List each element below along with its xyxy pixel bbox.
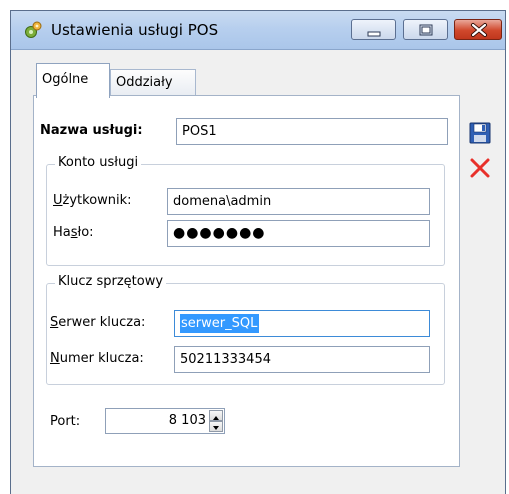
port-value: 8 103 — [168, 413, 206, 428]
maximize-button[interactable] — [403, 19, 448, 40]
account-group: Konto usługi — [46, 155, 445, 266]
key-number-label-rest: umer klucza: — [59, 351, 144, 366]
service-name-input[interactable]: POS1 — [176, 118, 448, 145]
minimize-icon — [367, 31, 381, 37]
password-label-start: Ha — [53, 225, 71, 240]
arrow-down-icon — [213, 426, 219, 430]
user-label-rest: żytkownik: — [62, 193, 132, 208]
password-input[interactable]: ●●●●●●● — [167, 220, 430, 247]
key-server-label-rest: erwer klucza: — [58, 315, 146, 330]
key-number-label-mnemonic: N — [50, 351, 60, 366]
user-label: Użytkownik: — [53, 193, 132, 208]
password-label-mnemonic: s — [70, 225, 78, 240]
tab-panel-ogolne: Nazwa usługi: POS1 Konto usługi Użytkown… — [33, 95, 460, 467]
close-icon — [471, 23, 487, 37]
minimize-button[interactable] — [351, 19, 396, 40]
port-spinner[interactable]: 8 103 — [105, 408, 225, 434]
key-number-input[interactable]: 50211333454 — [174, 346, 430, 373]
maximize-icon — [419, 24, 433, 36]
save-button[interactable] — [466, 119, 494, 147]
red-x-icon — [470, 158, 490, 178]
user-input[interactable]: domena\admin — [167, 188, 430, 215]
service-name-label: Nazwa usługi: — [40, 123, 143, 138]
spin-up-button[interactable] — [209, 410, 223, 421]
gears-icon — [25, 21, 42, 38]
hardware-key-group-title: Klucz sprzętowy — [55, 274, 167, 289]
tab-oddzialy[interactable]: Oddziały — [110, 69, 196, 96]
key-server-label: Serwer klucza: — [50, 315, 145, 330]
password-label-rest: ło: — [77, 225, 94, 240]
dialog-window: Ustawienia usługi POS Ogólne Oddziały Na… — [10, 10, 506, 494]
key-number-label: Numer klucza: — [50, 351, 144, 366]
title-bar[interactable]: Ustawienia usługi POS — [11, 11, 505, 50]
password-label: Hasło: — [53, 225, 94, 240]
account-group-title: Konto usługi — [55, 155, 142, 170]
close-button[interactable] — [454, 19, 502, 40]
port-label: Port: — [50, 414, 81, 429]
user-label-mnemonic: U — [53, 193, 63, 208]
delete-button[interactable] — [466, 154, 494, 182]
spin-down-button[interactable] — [209, 421, 223, 432]
port-spin-buttons — [209, 410, 223, 432]
key-server-selected-text: serwer_SQL — [180, 314, 260, 333]
tab-ogolne[interactable]: Ogólne — [36, 63, 110, 98]
key-server-input[interactable]: serwer_SQL — [174, 310, 430, 337]
floppy-disk-icon — [469, 122, 491, 144]
window-title: Ustawienia usługi POS — [51, 21, 219, 39]
